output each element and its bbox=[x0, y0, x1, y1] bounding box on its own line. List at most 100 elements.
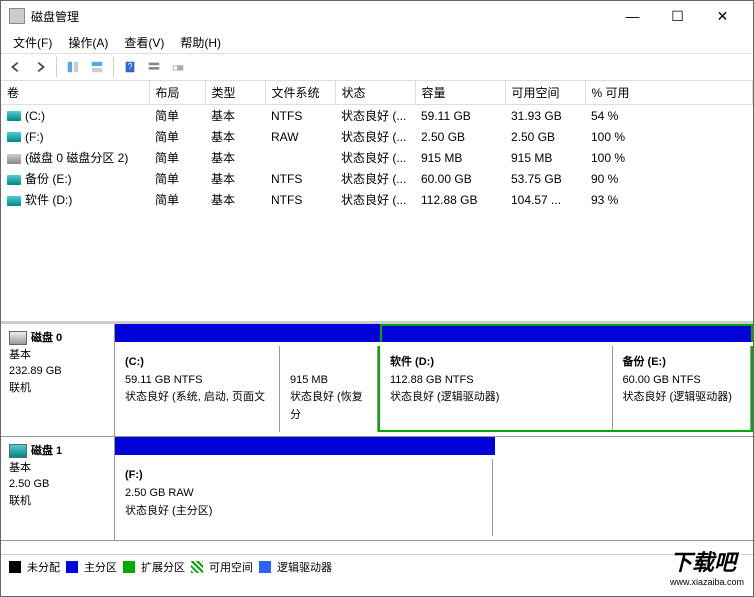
legend-swatch-unalloc bbox=[9, 561, 21, 573]
cell-status: 状态良好 (... bbox=[335, 168, 415, 189]
cell-volume: (磁盘 0 磁盘分区 2) bbox=[1, 147, 149, 168]
legend-bar: 未分配 主分区 扩展分区 可用空间 逻辑驱动器 bbox=[1, 554, 753, 578]
part-size: 915 MB bbox=[290, 374, 328, 386]
partition-e[interactable]: 备份 (E:) 60.00 GB NTFS 状态良好 (逻辑驱动器) bbox=[613, 346, 752, 430]
part-title: 软件 (D:) bbox=[390, 356, 434, 368]
cell-status: 状态良好 (... bbox=[335, 105, 415, 127]
cell-capacity: 60.00 GB bbox=[415, 168, 505, 189]
table-header-row: 卷 布局 类型 文件系统 状态 容量 可用空间 % 可用 bbox=[1, 81, 753, 105]
disk-status: 联机 bbox=[9, 495, 31, 507]
part-status: 状态良好 (系统, 启动, 页面文 bbox=[125, 391, 265, 403]
legend-swatch-free bbox=[191, 561, 203, 573]
cell-pct: 93 % bbox=[585, 189, 753, 210]
col-status[interactable]: 状态 bbox=[335, 81, 415, 105]
disk-status: 联机 bbox=[9, 382, 31, 394]
disk-type: 基本 bbox=[9, 462, 31, 474]
cell-status: 状态良好 (... bbox=[335, 189, 415, 210]
cell-capacity: 112.88 GB bbox=[415, 189, 505, 210]
col-pct[interactable]: % 可用 bbox=[585, 81, 753, 105]
cell-type: 基本 bbox=[205, 189, 265, 210]
part-status: 状态良好 (逻辑驱动器) bbox=[623, 391, 732, 403]
strip-primary bbox=[115, 324, 380, 342]
view-button-2[interactable] bbox=[86, 56, 108, 78]
part-status: 状态良好 (主分区) bbox=[125, 505, 212, 517]
disk-row-0[interactable]: 磁盘 0 基本 232.89 GB 联机 (C:) 59.11 GB NTFS … bbox=[1, 324, 753, 437]
menu-file[interactable]: 文件(F) bbox=[5, 32, 60, 53]
partition-f[interactable]: (F:) 2.50 GB RAW 状态良好 (主分区) bbox=[115, 459, 493, 536]
disk-icon bbox=[9, 444, 27, 458]
part-title: (F:) bbox=[125, 469, 143, 481]
svg-text:?: ? bbox=[128, 62, 133, 72]
volume-icon bbox=[7, 196, 21, 206]
legend-unalloc: 未分配 bbox=[27, 559, 60, 575]
help-button[interactable]: ? bbox=[119, 56, 141, 78]
disk-row-1[interactable]: 磁盘 1 基本 2.50 GB 联机 (F:) 2.50 GB RAW 状态良好… bbox=[1, 437, 753, 541]
disk-header: 磁盘 0 基本 232.89 GB 联机 bbox=[1, 324, 115, 436]
table-row[interactable]: (F:)简单基本RAW状态良好 (...2.50 GB2.50 GB100 % bbox=[1, 126, 753, 147]
back-button[interactable] bbox=[5, 56, 27, 78]
table-row[interactable]: 备份 (E:)简单基本NTFS状态良好 (...60.00 GB53.75 GB… bbox=[1, 168, 753, 189]
partition-d[interactable]: 软件 (D:) 112.88 GB NTFS 状态良好 (逻辑驱动器) bbox=[380, 346, 613, 430]
cell-pct: 54 % bbox=[585, 105, 753, 127]
app-icon bbox=[9, 8, 25, 24]
part-title: 备份 (E:) bbox=[623, 356, 666, 368]
col-volume[interactable]: 卷 bbox=[1, 81, 149, 105]
cell-free: 915 MB bbox=[505, 147, 585, 168]
cell-pct: 90 % bbox=[585, 168, 753, 189]
col-layout[interactable]: 布局 bbox=[149, 81, 205, 105]
cell-layout: 简单 bbox=[149, 147, 205, 168]
col-fs[interactable]: 文件系统 bbox=[265, 81, 335, 105]
cell-layout: 简单 bbox=[149, 105, 205, 127]
cell-capacity: 2.50 GB bbox=[415, 126, 505, 147]
volume-table[interactable]: 卷 布局 类型 文件系统 状态 容量 可用空间 % 可用 (C:)简单基本NTF… bbox=[1, 81, 753, 210]
cell-layout: 简单 bbox=[149, 168, 205, 189]
separator bbox=[56, 57, 57, 77]
refresh-button[interactable] bbox=[167, 56, 189, 78]
cell-volume: (F:) bbox=[1, 126, 149, 147]
disk-size: 2.50 GB bbox=[9, 478, 49, 490]
part-status: 状态良好 (恢复分 bbox=[290, 391, 363, 421]
cell-type: 基本 bbox=[205, 105, 265, 127]
part-title: (C:) bbox=[125, 356, 144, 368]
volume-list-pane[interactable]: 卷 布局 类型 文件系统 状态 容量 可用空间 % 可用 (C:)简单基本NTF… bbox=[1, 81, 753, 324]
extended-partition: 软件 (D:) 112.88 GB NTFS 状态良好 (逻辑驱动器) 备份 (… bbox=[378, 346, 753, 432]
view-button-1[interactable] bbox=[62, 56, 84, 78]
table-row[interactable]: (C:)简单基本NTFS状态良好 (...59.11 GB31.93 GB54 … bbox=[1, 105, 753, 127]
table-row[interactable]: 软件 (D:)简单基本NTFS状态良好 (...112.88 GB104.57 … bbox=[1, 189, 753, 210]
menu-view[interactable]: 查看(V) bbox=[116, 32, 172, 53]
cell-fs: NTFS bbox=[265, 105, 335, 127]
volume-icon bbox=[7, 111, 21, 121]
cell-fs: RAW bbox=[265, 126, 335, 147]
part-size: 59.11 GB NTFS bbox=[125, 374, 202, 386]
disk-graphical-pane[interactable]: 磁盘 0 基本 232.89 GB 联机 (C:) 59.11 GB NTFS … bbox=[1, 324, 753, 554]
minimize-button[interactable]: — bbox=[610, 1, 655, 31]
cell-free: 2.50 GB bbox=[505, 126, 585, 147]
disk-icon bbox=[9, 331, 27, 345]
partition-recovery[interactable]: 915 MB 状态良好 (恢复分 bbox=[280, 346, 378, 432]
col-capacity[interactable]: 容量 bbox=[415, 81, 505, 105]
legend-swatch-extended bbox=[123, 561, 135, 573]
cell-volume: 备份 (E:) bbox=[1, 168, 149, 189]
cell-layout: 简单 bbox=[149, 189, 205, 210]
table-row[interactable]: (磁盘 0 磁盘分区 2)简单基本状态良好 (...915 MB915 MB10… bbox=[1, 147, 753, 168]
menu-help[interactable]: 帮助(H) bbox=[172, 32, 229, 53]
cell-free: 53.75 GB bbox=[505, 168, 585, 189]
col-type[interactable]: 类型 bbox=[205, 81, 265, 105]
partition-c[interactable]: (C:) 59.11 GB NTFS 状态良好 (系统, 启动, 页面文 bbox=[115, 346, 280, 432]
strip-extended bbox=[380, 324, 753, 342]
close-button[interactable]: ✕ bbox=[700, 1, 745, 31]
toolbar: ? bbox=[1, 53, 753, 81]
part-size: 2.50 GB RAW bbox=[125, 487, 194, 499]
legend-primary: 主分区 bbox=[84, 559, 117, 575]
settings-button[interactable] bbox=[143, 56, 165, 78]
col-free[interactable]: 可用空间 bbox=[505, 81, 585, 105]
menu-operate[interactable]: 操作(A) bbox=[60, 32, 116, 53]
cell-status: 状态良好 (... bbox=[335, 126, 415, 147]
volume-icon bbox=[7, 175, 21, 185]
separator bbox=[113, 57, 114, 77]
cell-free: 104.57 ... bbox=[505, 189, 585, 210]
forward-button[interactable] bbox=[29, 56, 51, 78]
maximize-button[interactable]: ☐ bbox=[655, 1, 700, 31]
part-size: 60.00 GB NTFS bbox=[623, 374, 701, 386]
disk-name: 磁盘 1 bbox=[31, 445, 62, 457]
